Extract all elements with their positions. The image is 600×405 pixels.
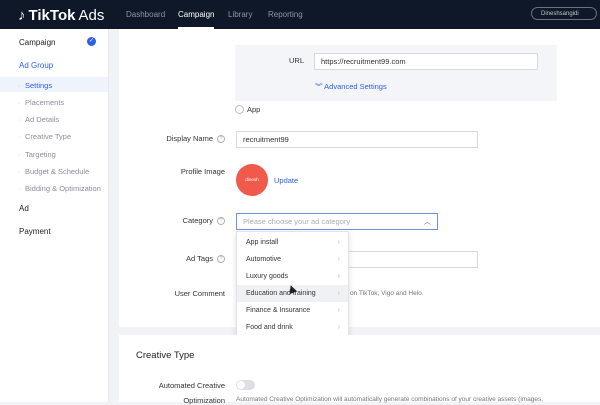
category-option-food-drink[interactable]: Food and drink › (237, 319, 348, 336)
category-option-finance-insurance[interactable]: Finance & Insurance › (237, 302, 348, 319)
advanced-settings-link[interactable]: ︾ Advanced Settings (315, 81, 387, 92)
url-input[interactable]: https://recruitment99.com (314, 53, 538, 70)
chevron-right-icon: › (337, 290, 340, 297)
automated-creative-label: Automated Creative (158, 381, 225, 390)
check-circle-icon: ✓ (87, 37, 96, 46)
sidebar: Campaign ✓ Ad Group Settings Placements … (0, 29, 109, 402)
chevron-up-icon: ︿ (423, 217, 432, 226)
nav-reporting[interactable]: Reporting (268, 0, 303, 29)
display-name-label: Display Name? (140, 134, 225, 144)
category-select[interactable]: Please choose your ad category ︿ (236, 213, 438, 230)
tiktok-ads-logo[interactable]: ♪ TikTok Ads (18, 5, 104, 25)
app-radio-label: App (247, 105, 261, 114)
sidebar-active-highlight (0, 77, 108, 92)
sidebar-item-settings[interactable]: Settings (18, 81, 52, 90)
help-icon[interactable]: ? (217, 135, 225, 144)
url-label: URL (288, 56, 304, 65)
sidebar-item-campaign[interactable]: Campaign (19, 38, 55, 47)
sidebar-item-ad-details[interactable]: Ad Details (18, 115, 59, 124)
creative-type-card (119, 335, 600, 402)
double-chevron-down-icon: ︾ (315, 82, 323, 91)
user-comment-label: User Comment (174, 289, 225, 298)
sidebar-item-payment[interactable]: Payment (19, 227, 51, 236)
app-radio[interactable] (235, 105, 244, 114)
nav-campaign[interactable]: Campaign (178, 0, 215, 29)
category-option-automotive[interactable]: Automotive › (237, 251, 348, 268)
sidebar-item-budget-schedule[interactable]: Budget & Schedule (18, 167, 89, 176)
sidebar-item-ad-group[interactable]: Ad Group (19, 61, 53, 70)
category-option-luxury-goods[interactable]: Luxury goods › (237, 268, 348, 285)
top-navigation-bar: ♪ TikTok Ads Dashboard Campaign Library … (0, 0, 600, 29)
nav-library[interactable]: Library (228, 0, 252, 29)
sidebar-item-targeting[interactable]: Targeting (18, 150, 56, 159)
sidebar-item-ad[interactable]: Ad (19, 204, 29, 213)
optimization-label: Optimization (183, 396, 225, 405)
sidebar-item-creative-type[interactable]: Creative Type (18, 132, 71, 141)
update-profile-image-link[interactable]: Update (274, 176, 298, 185)
automated-creative-toggle[interactable] (236, 380, 255, 390)
user-comment-hint: on TikTok, Vigo and Helo. (350, 290, 424, 297)
chevron-right-icon: › (337, 256, 340, 263)
chevron-right-icon: › (337, 239, 340, 246)
profile-image-avatar[interactable]: dinesh (236, 164, 268, 196)
category-option-app-install[interactable]: App install › (237, 234, 348, 251)
chevron-right-icon: › (337, 324, 340, 331)
tiktok-note-icon: ♪ (18, 6, 26, 24)
profile-image-label: Profile Image (180, 167, 225, 176)
ad-tags-label: Ad Tags? (140, 254, 225, 264)
creative-type-title: Creative Type (136, 350, 195, 361)
help-icon[interactable]: ? (217, 217, 225, 226)
sidebar-item-placements[interactable]: Placements (18, 98, 64, 107)
account-menu[interactable]: Dineshsangidi (531, 7, 597, 20)
nav-dashboard[interactable]: Dashboard (126, 0, 165, 29)
chevron-right-icon: › (337, 273, 340, 280)
chevron-right-icon: › (337, 307, 340, 314)
category-label: Category? (140, 216, 225, 226)
sidebar-item-bidding-optimization[interactable]: Bidding & Optimization (18, 184, 101, 193)
help-icon[interactable]: ? (217, 255, 225, 264)
display-name-input[interactable]: recruitment99 (236, 131, 478, 148)
ad-tags-input[interactable] (346, 251, 478, 268)
